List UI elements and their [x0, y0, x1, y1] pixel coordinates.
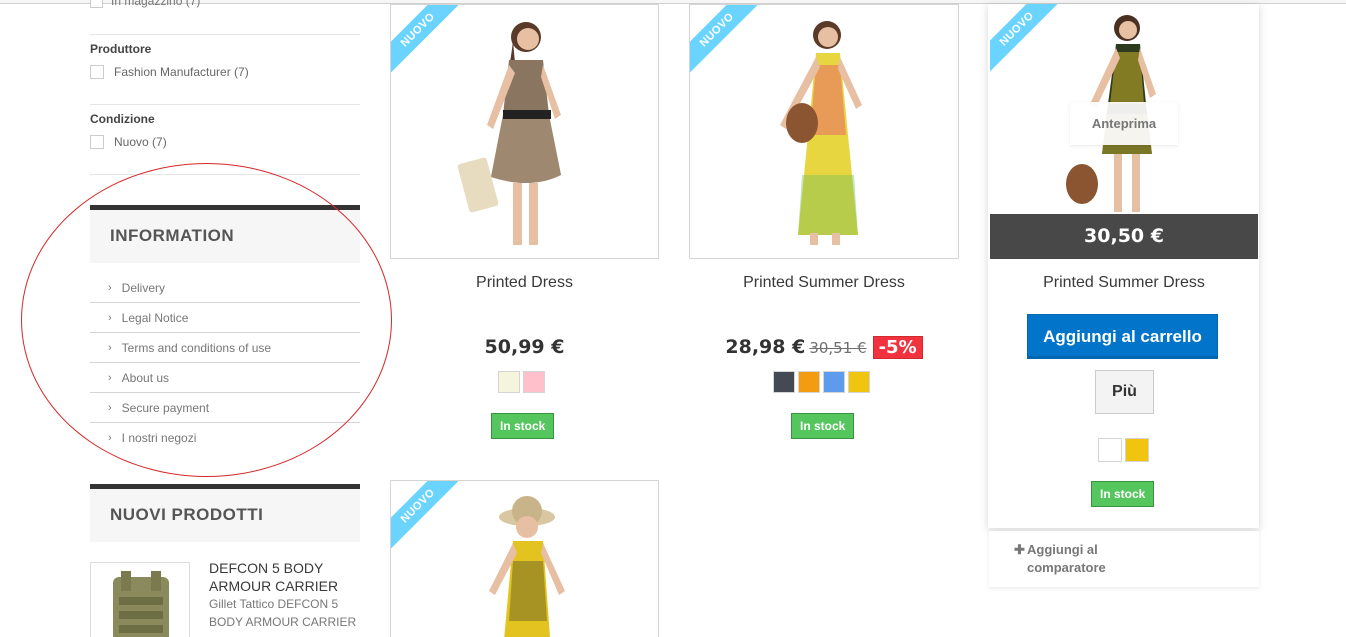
product-price: 50,99 €: [484, 336, 565, 358]
add-to-cart-button[interactable]: Aggiungi al carrello: [1027, 314, 1218, 359]
divider: [90, 104, 360, 105]
info-link-delivery[interactable]: › Delivery: [90, 273, 360, 303]
checkbox[interactable]: [90, 135, 104, 149]
color-swatches: [498, 371, 545, 393]
product-price: 28,98 €: [725, 336, 806, 358]
product-price-row: 28,98 €30,51 € -5%: [689, 336, 959, 359]
product-image[interactable]: NUOVO: [689, 4, 959, 259]
color-swatch[interactable]: [498, 371, 520, 393]
color-swatch[interactable]: [798, 371, 820, 393]
chevron-right-icon: ›: [108, 281, 112, 294]
stock-badge: In stock: [491, 413, 555, 439]
information-links: › Delivery › Legal Notice › Terms and condi…: [90, 273, 360, 453]
info-link-stores[interactable]: › I nostri negozi: [90, 423, 360, 453]
color-swatches: [773, 371, 870, 393]
color-swatch[interactable]: [773, 371, 795, 393]
divider: [90, 174, 360, 175]
color-swatch[interactable]: [823, 371, 845, 393]
information-title: INFORMATION: [110, 226, 235, 245]
chevron-right-icon: ›: [108, 341, 112, 354]
info-link-secure-payment[interactable]: › Secure payment: [90, 393, 360, 423]
color-swatch[interactable]: [848, 371, 870, 393]
product-name[interactable]: Printed Dress: [390, 274, 659, 292]
product-image[interactable]: NUOVO: [390, 480, 659, 637]
product-price: 30,50 €: [990, 214, 1258, 259]
old-price: 30,51 €: [809, 339, 867, 357]
color-swatches: [1098, 438, 1149, 462]
checkbox[interactable]: [90, 0, 103, 9]
color-swatch[interactable]: [1098, 438, 1122, 462]
new-product-title[interactable]: DEFCON 5 BODY ARMOUR CARRIER: [209, 559, 359, 595]
plus-icon: ✚: [1014, 542, 1025, 557]
discount-badge: -5%: [872, 336, 923, 359]
filter-option-condition[interactable]: Nuovo (7): [90, 135, 167, 149]
filter-option-in-stock[interactable]: In magazzino (7): [90, 0, 200, 9]
info-link-terms[interactable]: › Terms and conditions of use: [90, 333, 360, 363]
new-products-title: NUOVI PRODOTTI: [110, 505, 264, 524]
filter-title-condition: Condizione: [90, 112, 155, 126]
product-name[interactable]: Printed Summer Dress: [689, 274, 959, 292]
color-swatch[interactable]: [1125, 438, 1149, 462]
chevron-right-icon: ›: [108, 432, 112, 444]
chevron-right-icon: ›: [108, 311, 112, 324]
stock-badge: In stock: [1091, 481, 1155, 507]
new-product-image[interactable]: [90, 562, 190, 637]
add-to-compare[interactable]: ✚ Aggiungi al comparatore: [989, 530, 1259, 587]
new-product-description: Gillet Tattico DEFCON 5 BODY ARMOUR CARR…: [209, 597, 357, 629]
color-swatch[interactable]: [523, 371, 545, 393]
stock-badge: In stock: [791, 413, 855, 439]
product-name[interactable]: Printed Summer Dress: [990, 274, 1258, 292]
info-link-about-us[interactable]: › About us: [90, 363, 360, 393]
checkbox[interactable]: [90, 65, 104, 79]
filter-option-manufacturer[interactable]: Fashion Manufacturer (7): [90, 65, 249, 79]
product-image[interactable]: NUOVO: [390, 4, 659, 259]
new-products-block-header: NUOVI PRODOTTI: [90, 484, 360, 542]
filter-title-manufacturer: Produttore: [90, 42, 152, 56]
add-to-compare-label: Aggiungi al comparatore: [1027, 542, 1106, 575]
chevron-right-icon: ›: [108, 371, 112, 384]
information-block-header: INFORMATION: [90, 205, 360, 263]
quick-view-button[interactable]: Anteprima: [1070, 102, 1178, 145]
more-button[interactable]: Più: [1095, 370, 1154, 414]
chevron-right-icon: ›: [108, 401, 112, 414]
info-link-legal-notice[interactable]: › Legal Notice: [90, 303, 360, 333]
divider: [90, 34, 360, 35]
